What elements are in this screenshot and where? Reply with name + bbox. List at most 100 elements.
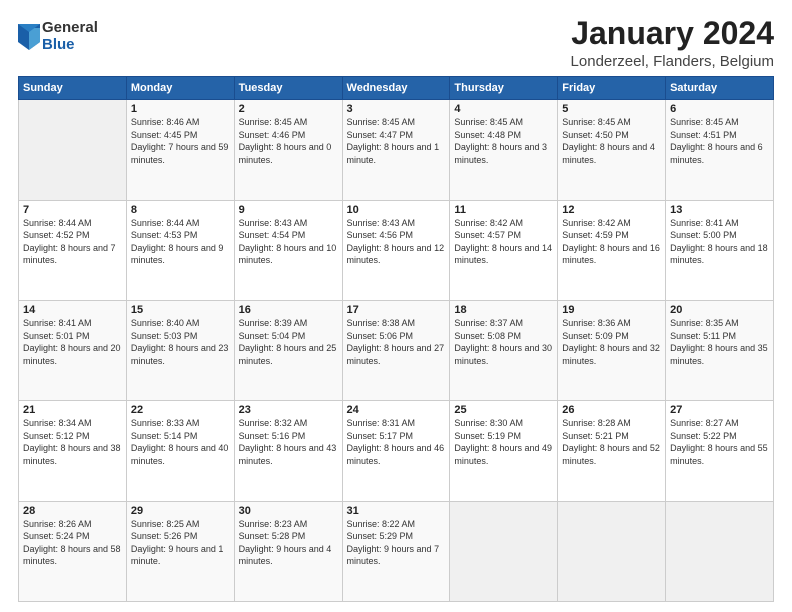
day-info-27: Sunrise: 8:27 AMSunset: 5:22 PMDaylight:… [670, 417, 769, 467]
day-info-23: Sunrise: 8:32 AMSunset: 5:16 PMDaylight:… [239, 417, 338, 467]
cell-4-2: 30Sunrise: 8:23 AMSunset: 5:28 PMDayligh… [234, 501, 342, 601]
day-num-13: 13 [670, 204, 769, 216]
day-num-23: 23 [239, 404, 338, 416]
cell-2-4: 18Sunrise: 8:37 AMSunset: 5:08 PMDayligh… [450, 300, 558, 400]
day-info-24: Sunrise: 8:31 AMSunset: 5:17 PMDaylight:… [347, 417, 446, 467]
day-num-1: 1 [131, 103, 230, 115]
cell-2-6: 20Sunrise: 8:35 AMSunset: 5:11 PMDayligh… [666, 300, 774, 400]
day-info-17: Sunrise: 8:38 AMSunset: 5:06 PMDaylight:… [347, 317, 446, 367]
title-block: January 2024 Londerzeel, Flanders, Belgi… [571, 16, 774, 70]
cell-4-1: 29Sunrise: 8:25 AMSunset: 5:26 PMDayligh… [126, 501, 234, 601]
day-num-26: 26 [562, 404, 661, 416]
header-friday: Friday [558, 77, 666, 100]
header-sunday: Sunday [19, 77, 127, 100]
day-num-7: 7 [23, 204, 122, 216]
day-num-19: 19 [562, 304, 661, 316]
cell-3-5: 26Sunrise: 8:28 AMSunset: 5:21 PMDayligh… [558, 401, 666, 501]
day-num-10: 10 [347, 204, 446, 216]
day-num-15: 15 [131, 304, 230, 316]
day-info-30: Sunrise: 8:23 AMSunset: 5:28 PMDaylight:… [239, 518, 338, 568]
day-num-25: 25 [454, 404, 553, 416]
day-num-3: 3 [347, 103, 446, 115]
day-info-9: Sunrise: 8:43 AMSunset: 4:54 PMDaylight:… [239, 217, 338, 267]
cell-4-6 [666, 501, 774, 601]
day-info-12: Sunrise: 8:42 AMSunset: 4:59 PMDaylight:… [562, 217, 661, 267]
cell-0-1: 1Sunrise: 8:46 AMSunset: 4:45 PMDaylight… [126, 100, 234, 200]
cell-2-3: 17Sunrise: 8:38 AMSunset: 5:06 PMDayligh… [342, 300, 450, 400]
day-num-12: 12 [562, 204, 661, 216]
day-num-22: 22 [131, 404, 230, 416]
cell-1-1: 8Sunrise: 8:44 AMSunset: 4:53 PMDaylight… [126, 200, 234, 300]
day-num-28: 28 [23, 505, 122, 517]
cell-3-6: 27Sunrise: 8:27 AMSunset: 5:22 PMDayligh… [666, 401, 774, 501]
cell-1-3: 10Sunrise: 8:43 AMSunset: 4:56 PMDayligh… [342, 200, 450, 300]
subtitle: Londerzeel, Flanders, Belgium [571, 53, 774, 70]
cell-0-0 [19, 100, 127, 200]
day-num-2: 2 [239, 103, 338, 115]
logo-blue-text: Blue [42, 37, 98, 54]
header-monday: Monday [126, 77, 234, 100]
day-num-20: 20 [670, 304, 769, 316]
day-info-16: Sunrise: 8:39 AMSunset: 5:04 PMDaylight:… [239, 317, 338, 367]
day-info-28: Sunrise: 8:26 AMSunset: 5:24 PMDaylight:… [23, 518, 122, 568]
day-num-27: 27 [670, 404, 769, 416]
day-info-25: Sunrise: 8:30 AMSunset: 5:19 PMDaylight:… [454, 417, 553, 467]
day-info-19: Sunrise: 8:36 AMSunset: 5:09 PMDaylight:… [562, 317, 661, 367]
cell-4-3: 31Sunrise: 8:22 AMSunset: 5:29 PMDayligh… [342, 501, 450, 601]
day-info-26: Sunrise: 8:28 AMSunset: 5:21 PMDaylight:… [562, 417, 661, 467]
cell-4-4 [450, 501, 558, 601]
cell-3-2: 23Sunrise: 8:32 AMSunset: 5:16 PMDayligh… [234, 401, 342, 501]
week-row-3: 21Sunrise: 8:34 AMSunset: 5:12 PMDayligh… [19, 401, 774, 501]
calendar-table: Sunday Monday Tuesday Wednesday Thursday… [18, 76, 774, 602]
day-num-24: 24 [347, 404, 446, 416]
week-row-4: 28Sunrise: 8:26 AMSunset: 5:24 PMDayligh… [19, 501, 774, 601]
day-info-7: Sunrise: 8:44 AMSunset: 4:52 PMDaylight:… [23, 217, 122, 267]
cell-0-3: 3Sunrise: 8:45 AMSunset: 4:47 PMDaylight… [342, 100, 450, 200]
day-num-14: 14 [23, 304, 122, 316]
day-num-8: 8 [131, 204, 230, 216]
cell-1-4: 11Sunrise: 8:42 AMSunset: 4:57 PMDayligh… [450, 200, 558, 300]
main-title: January 2024 [571, 16, 774, 51]
calendar-header: Sunday Monday Tuesday Wednesday Thursday… [19, 77, 774, 100]
week-row-0: 1Sunrise: 8:46 AMSunset: 4:45 PMDaylight… [19, 100, 774, 200]
day-info-20: Sunrise: 8:35 AMSunset: 5:11 PMDaylight:… [670, 317, 769, 367]
cell-2-5: 19Sunrise: 8:36 AMSunset: 5:09 PMDayligh… [558, 300, 666, 400]
day-info-31: Sunrise: 8:22 AMSunset: 5:29 PMDaylight:… [347, 518, 446, 568]
day-info-5: Sunrise: 8:45 AMSunset: 4:50 PMDaylight:… [562, 116, 661, 166]
day-num-29: 29 [131, 505, 230, 517]
cell-3-3: 24Sunrise: 8:31 AMSunset: 5:17 PMDayligh… [342, 401, 450, 501]
day-info-14: Sunrise: 8:41 AMSunset: 5:01 PMDaylight:… [23, 317, 122, 367]
cell-3-4: 25Sunrise: 8:30 AMSunset: 5:19 PMDayligh… [450, 401, 558, 501]
cell-0-5: 5Sunrise: 8:45 AMSunset: 4:50 PMDaylight… [558, 100, 666, 200]
day-num-9: 9 [239, 204, 338, 216]
cell-2-1: 15Sunrise: 8:40 AMSunset: 5:03 PMDayligh… [126, 300, 234, 400]
cell-0-2: 2Sunrise: 8:45 AMSunset: 4:46 PMDaylight… [234, 100, 342, 200]
day-num-21: 21 [23, 404, 122, 416]
day-info-4: Sunrise: 8:45 AMSunset: 4:48 PMDaylight:… [454, 116, 553, 166]
day-info-6: Sunrise: 8:45 AMSunset: 4:51 PMDaylight:… [670, 116, 769, 166]
day-info-2: Sunrise: 8:45 AMSunset: 4:46 PMDaylight:… [239, 116, 338, 166]
header-thursday: Thursday [450, 77, 558, 100]
cell-0-4: 4Sunrise: 8:45 AMSunset: 4:48 PMDaylight… [450, 100, 558, 200]
cell-1-0: 7Sunrise: 8:44 AMSunset: 4:52 PMDaylight… [19, 200, 127, 300]
cell-1-6: 13Sunrise: 8:41 AMSunset: 5:00 PMDayligh… [666, 200, 774, 300]
day-info-3: Sunrise: 8:45 AMSunset: 4:47 PMDaylight:… [347, 116, 446, 166]
day-info-15: Sunrise: 8:40 AMSunset: 5:03 PMDaylight:… [131, 317, 230, 367]
cell-4-0: 28Sunrise: 8:26 AMSunset: 5:24 PMDayligh… [19, 501, 127, 601]
calendar-page: General Blue January 2024 Londerzeel, Fl… [0, 0, 792, 612]
day-num-5: 5 [562, 103, 661, 115]
day-info-11: Sunrise: 8:42 AMSunset: 4:57 PMDaylight:… [454, 217, 553, 267]
day-info-18: Sunrise: 8:37 AMSunset: 5:08 PMDaylight:… [454, 317, 553, 367]
cell-4-5 [558, 501, 666, 601]
day-info-22: Sunrise: 8:33 AMSunset: 5:14 PMDaylight:… [131, 417, 230, 467]
day-num-30: 30 [239, 505, 338, 517]
day-num-4: 4 [454, 103, 553, 115]
header: General Blue January 2024 Londerzeel, Fl… [18, 16, 774, 70]
days-of-week-row: Sunday Monday Tuesday Wednesday Thursday… [19, 77, 774, 100]
day-info-1: Sunrise: 8:46 AMSunset: 4:45 PMDaylight:… [131, 116, 230, 166]
cell-2-0: 14Sunrise: 8:41 AMSunset: 5:01 PMDayligh… [19, 300, 127, 400]
day-info-10: Sunrise: 8:43 AMSunset: 4:56 PMDaylight:… [347, 217, 446, 267]
header-tuesday: Tuesday [234, 77, 342, 100]
day-num-6: 6 [670, 103, 769, 115]
day-info-8: Sunrise: 8:44 AMSunset: 4:53 PMDaylight:… [131, 217, 230, 267]
